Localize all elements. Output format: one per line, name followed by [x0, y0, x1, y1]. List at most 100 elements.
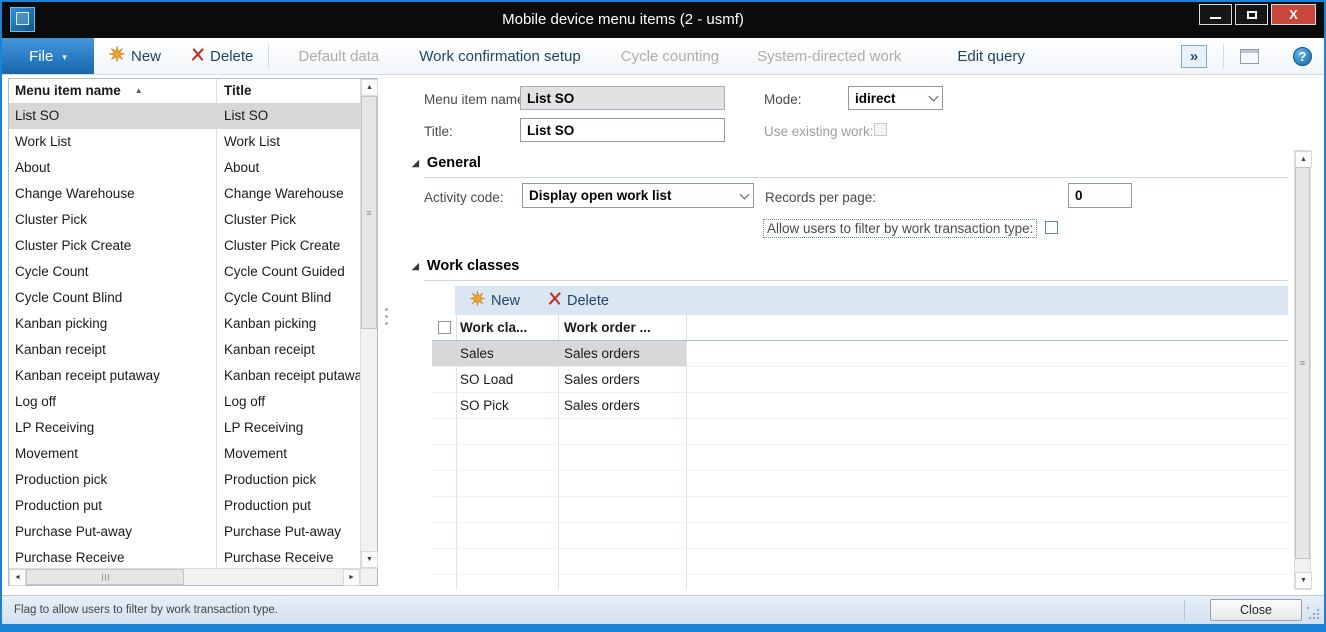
table-row[interactable]: Change WarehouseChange Warehouse — [9, 181, 360, 207]
status-bar: Flag to allow users to filter by work tr… — [2, 595, 1324, 624]
minimize-button[interactable] — [1199, 4, 1232, 25]
work-classes-grid-header: Work cla... Work order ... — [432, 315, 1288, 341]
table-row[interactable]: Kanban pickingKanban picking — [9, 311, 360, 337]
edit-query-button[interactable]: Edit query — [942, 48, 1040, 65]
table-row[interactable]: Purchase ReceivePurchase Receive — [9, 545, 360, 568]
title-label: Title: — [424, 124, 453, 139]
window-title: Mobile device menu items (2 - usmf) — [62, 2, 1184, 38]
table-row[interactable]: Cluster PickCluster Pick — [9, 207, 360, 233]
window-controls: X — [1199, 4, 1316, 25]
scrollbar-thumb[interactable] — [26, 569, 184, 585]
horizontal-scrollbar[interactable]: ◄ ► — [9, 568, 360, 585]
overflow-chevrons-icon: » — [1190, 48, 1198, 65]
file-menu-button[interactable]: File ▾ — [2, 38, 94, 74]
new-button-label: New — [131, 48, 161, 65]
column-header-work-order[interactable]: Work order ... — [564, 315, 651, 341]
status-bar-divider — [1184, 600, 1185, 620]
records-per-page-label: Records per page: — [765, 190, 876, 205]
scroll-down-button[interactable]: ▼ — [1295, 572, 1312, 589]
table-row[interactable]: Production pickProduction pick — [9, 467, 360, 493]
menu-item-name-field[interactable] — [520, 86, 725, 110]
table-row[interactable]: Production putProduction put — [9, 493, 360, 519]
table-row[interactable]: SO Pick Sales orders — [432, 393, 1288, 419]
delete-button[interactable]: Delete — [176, 48, 268, 65]
table-row[interactable]: Cycle CountCycle Count Guided — [9, 259, 360, 285]
scroll-up-button[interactable]: ▲ — [1295, 151, 1312, 168]
scrollbar-thumb[interactable]: ≡ — [361, 96, 377, 329]
scrollbar-corner — [360, 568, 377, 585]
menu-item-name-label: Menu item name: — [424, 92, 528, 107]
minimize-icon — [1210, 17, 1221, 19]
edit-query-label: Edit query — [957, 48, 1025, 65]
system-directed-work-button: System-directed work — [742, 48, 916, 65]
table-row[interactable]: LP ReceivingLP Receiving — [9, 415, 360, 441]
column-header-menu-item-name[interactable]: Menu item name▲ — [15, 79, 143, 103]
new-icon — [470, 291, 485, 310]
scroll-up-button[interactable]: ▲ — [361, 79, 378, 96]
work-classes-section-header[interactable]: ◢ Work classes — [412, 258, 519, 274]
scroll-down-button[interactable]: ▼ — [361, 551, 378, 568]
close-button[interactable]: Close — [1210, 599, 1302, 621]
help-icon[interactable]: ? — [1293, 47, 1312, 66]
vertical-scrollbar[interactable]: ▲ ≡ ▼ — [360, 79, 377, 568]
empty-grid-rows — [432, 419, 1288, 590]
delete-icon — [548, 292, 561, 309]
details-vertical-scrollbar[interactable]: ▲ ≡ ▼ — [1294, 150, 1311, 590]
filter-by-work-transaction-type-label: Allow users to filter by work transactio… — [763, 219, 1037, 238]
scroll-right-button[interactable]: ► — [343, 569, 360, 586]
default-data-label: Default data — [298, 48, 379, 65]
work-classes-grid: Work cla... Work order ... Sales Sales o… — [432, 315, 1288, 590]
general-section-header[interactable]: ◢ General — [412, 155, 481, 171]
resize-grip[interactable] — [1307, 607, 1320, 620]
title-field[interactable] — [520, 118, 725, 142]
table-row[interactable]: MovementMovement — [9, 441, 360, 467]
section-expanded-icon: ◢ — [412, 261, 419, 272]
records-per-page-field[interactable] — [1068, 183, 1132, 208]
table-row[interactable]: Purchase Put-awayPurchase Put-away — [9, 519, 360, 545]
panel-splitter[interactable] — [383, 308, 389, 342]
work-classes-delete-button[interactable]: Delete — [548, 292, 609, 309]
new-button[interactable]: New — [94, 46, 176, 66]
work-classes-section-title: Work classes — [427, 258, 519, 274]
table-row[interactable]: Kanban receipt putawayKanban receipt put… — [9, 363, 360, 389]
table-row[interactable]: Log offLog off — [9, 389, 360, 415]
system-directed-work-label: System-directed work — [757, 48, 901, 65]
work-classes-new-label: New — [491, 293, 520, 309]
window-layout-icon[interactable] — [1240, 49, 1259, 64]
column-header-title[interactable]: Title — [224, 79, 252, 103]
table-row[interactable]: List SOList SO — [9, 103, 360, 129]
toolbar-divider — [1223, 44, 1224, 68]
activity-code-label: Activity code: — [424, 190, 504, 205]
activity-code-dropdown[interactable]: Display open work list — [522, 183, 754, 208]
section-expanded-icon: ◢ — [412, 158, 419, 169]
scroll-down-icon: ▼ — [1300, 577, 1307, 584]
select-all-checkbox[interactable] — [438, 321, 451, 334]
work-classes-new-button[interactable]: New — [470, 291, 520, 310]
scroll-up-icon: ▲ — [1300, 156, 1307, 163]
work-classes-toolbar: New Delete — [455, 286, 1288, 315]
maximize-button[interactable] — [1235, 4, 1268, 25]
filter-by-work-transaction-type-checkbox[interactable] — [1045, 221, 1058, 234]
scroll-left-icon: ◄ — [14, 574, 21, 581]
toolbar-divider — [268, 44, 269, 68]
app-icon[interactable] — [10, 7, 35, 32]
toolbar-overflow-button[interactable]: » — [1181, 45, 1207, 68]
table-row[interactable]: Kanban receiptKanban receipt — [9, 337, 360, 363]
scroll-down-icon: ▼ — [366, 556, 373, 563]
work-confirmation-setup-button[interactable]: Work confirmation setup — [404, 48, 595, 65]
close-window-button[interactable]: X — [1271, 4, 1316, 25]
table-row[interactable]: Cycle Count BlindCycle Count Blind — [9, 285, 360, 311]
table-row[interactable]: AboutAbout — [9, 155, 360, 181]
mode-dropdown[interactable]: idirect — [848, 86, 943, 110]
scroll-left-button[interactable]: ◄ — [9, 569, 26, 586]
maximize-icon — [1247, 11, 1257, 19]
app-window: Mobile device menu items (2 - usmf) X Fi… — [0, 0, 1326, 632]
table-row[interactable]: Sales Sales orders — [432, 341, 1288, 367]
scrollbar-thumb[interactable]: ≡ — [1295, 167, 1310, 559]
column-header-work-class[interactable]: Work cla... — [460, 315, 527, 341]
status-message: Flag to allow users to filter by work tr… — [14, 596, 278, 624]
table-row[interactable]: Cluster Pick CreateCluster Pick Create — [9, 233, 360, 259]
table-row[interactable]: Work ListWork List — [9, 129, 360, 155]
cycle-counting-button: Cycle counting — [606, 48, 734, 65]
table-row[interactable]: SO Load Sales orders — [432, 367, 1288, 393]
